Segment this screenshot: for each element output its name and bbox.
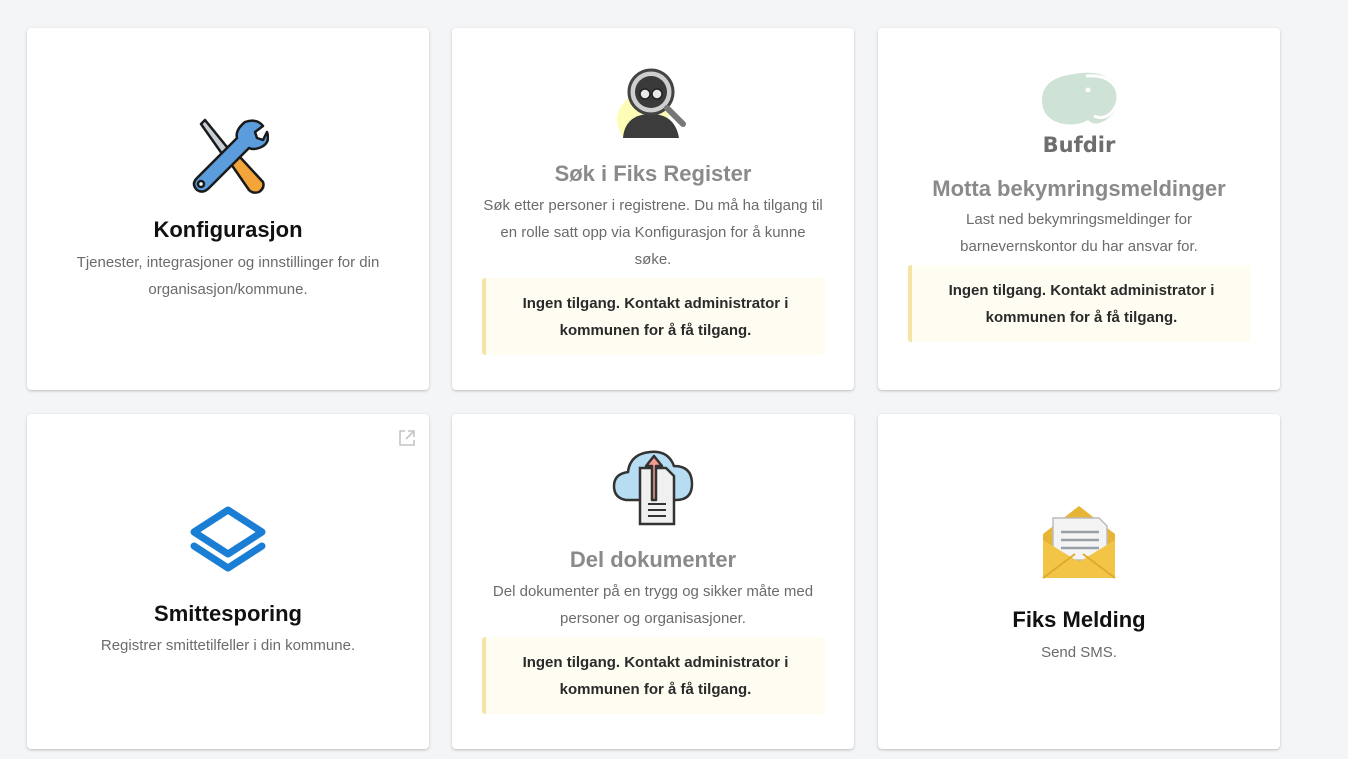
card-title: Motta bekymringsmeldinger: [932, 176, 1226, 201]
card-description: Send SMS.: [1041, 644, 1117, 661]
cloud-upload-document-icon: [612, 450, 694, 526]
person-search-icon: [617, 68, 686, 138]
card-title: Konfigurasjon: [153, 217, 303, 242]
layers-icon: [190, 506, 266, 572]
card-title: Fiks Melding: [1012, 607, 1146, 632]
card-motta-bekymringsmeldinger[interactable]: Bufdir Motta bekymringsmeldinger Last ne…: [878, 28, 1280, 390]
tools-icon: [192, 118, 269, 194]
card-description: Del dokumenter på en trygg og sikker måt…: [492, 583, 814, 627]
bufdir-logo: Bufdir: [1042, 72, 1120, 157]
card-fiks-melding[interactable]: Fiks Melding Send SMS.: [878, 414, 1280, 749]
card-description: Registrer smittetilfeller i din kommune.: [100, 637, 356, 654]
card-sok-i-fiks-register[interactable]: Søk i Fiks Register Søk etter personer i…: [452, 28, 854, 390]
no-access-notice: Ingen tilgang. Kontakt administrator i k…: [482, 278, 825, 355]
envelope-letter-icon: [1042, 506, 1116, 579]
card-description: Last ned bekymringsmeldinger for barneve…: [960, 211, 1198, 255]
no-access-notice: Ingen tilgang. Kontakt administrator i k…: [482, 637, 825, 714]
card-title: Del dokumenter: [569, 547, 737, 572]
card-title: Søk i Fiks Register: [554, 161, 752, 186]
card-description: Tjenester, integrasjoner og innstillinge…: [76, 254, 380, 298]
open-in-new-icon[interactable]: [397, 428, 417, 448]
no-access-notice: Ingen tilgang. Kontakt administrator i k…: [908, 265, 1251, 342]
card-konfigurasjon[interactable]: Konfigurasjon Tjenester, integrasjoner o…: [27, 28, 429, 390]
card-smittesporing[interactable]: Smittesporing Registrer smittetilfeller …: [27, 414, 429, 749]
card-description: Søk etter personer i registrene. Du må h…: [483, 197, 823, 268]
card-del-dokumenter[interactable]: Del dokumenter Del dokumenter på en tryg…: [452, 414, 854, 749]
bufdir-logo-text: Bufdir: [1043, 133, 1116, 157]
card-title: Smittesporing: [154, 601, 302, 626]
